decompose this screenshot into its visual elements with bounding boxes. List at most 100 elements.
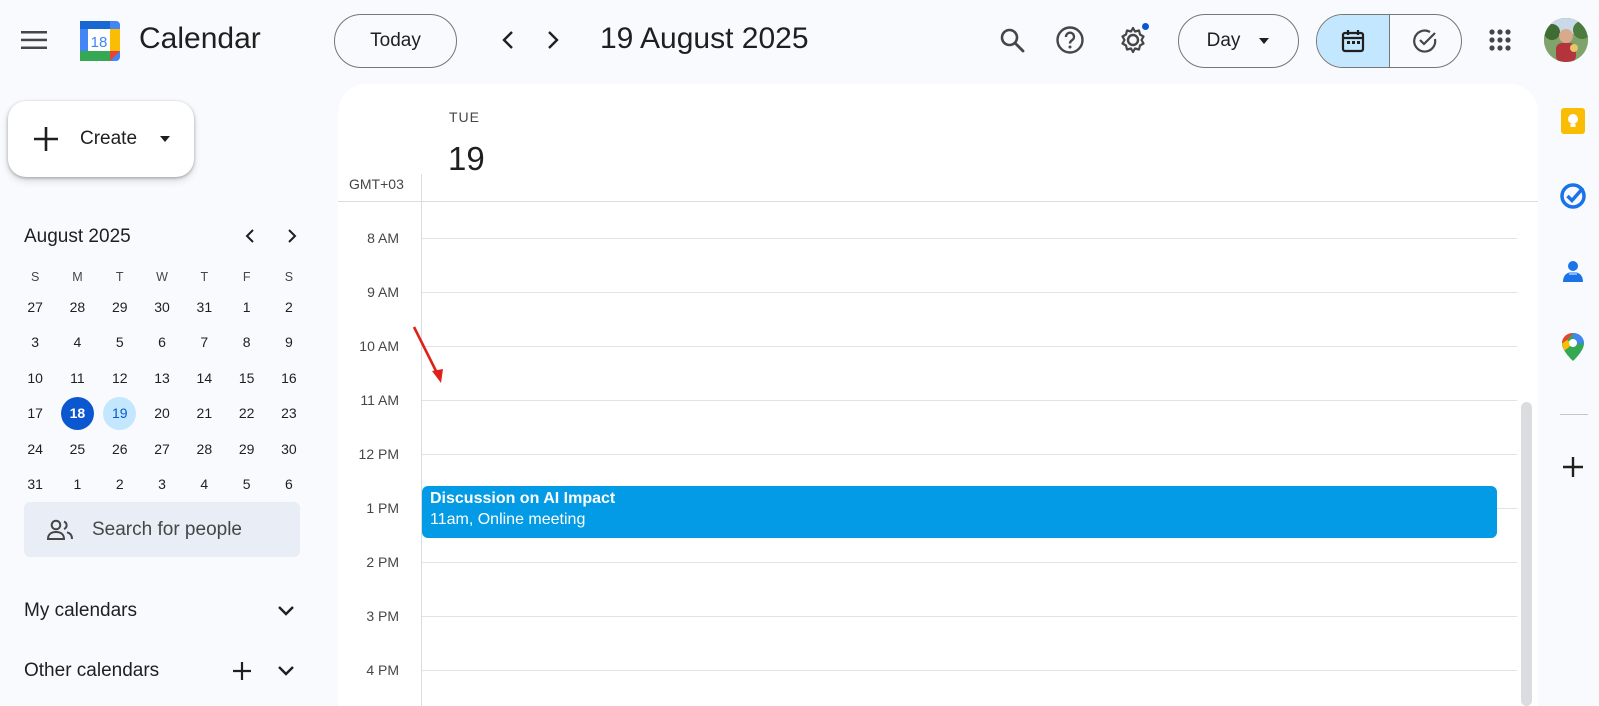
day-number[interactable]: 19 <box>448 140 485 178</box>
mini-calendar-day[interactable]: 6 <box>141 325 183 360</box>
mini-calendar-day-label: 23 <box>281 405 297 422</box>
mini-calendar-day-label: 1 <box>242 298 251 315</box>
view-switcher-dropdown[interactable]: Day <box>1178 14 1299 68</box>
mini-calendar-day[interactable]: 29 <box>99 289 141 324</box>
mini-calendar-day-label: 3 <box>31 334 40 351</box>
main-menu-button[interactable] <box>14 20 54 60</box>
mini-calendar-day[interactable]: 16 <box>268 360 310 395</box>
event-discussion-on-ai-impact[interactable]: Discussion on AI Impact 11am, Online mee… <box>422 486 1497 538</box>
mini-calendar-weekday-row: SMTWTFS <box>14 265 312 289</box>
mini-calendar-day[interactable]: 24 <box>14 431 56 466</box>
previous-day-button[interactable] <box>490 22 526 58</box>
mini-calendar-day[interactable]: 2 <box>99 467 141 502</box>
mini-calendar-day[interactable]: 30 <box>141 289 183 324</box>
mini-calendar-day[interactable]: 27 <box>14 289 56 324</box>
help-button[interactable] <box>1050 20 1090 60</box>
mini-calendar-day[interactable]: 9 <box>268 325 310 360</box>
mini-calendar-day-label: 14 <box>196 369 213 386</box>
mini-calendar-day[interactable]: 30 <box>268 431 310 466</box>
mini-calendar-day[interactable]: 21 <box>183 396 225 431</box>
mini-calendar-day-label: 7 <box>200 334 209 351</box>
mini-calendar-day[interactable]: 25 <box>56 431 98 466</box>
chevron-down-icon[interactable] <box>268 653 304 689</box>
time-grid[interactable]: 4 PM 3 PM 2 PM 1 PM 12 PM 11 AM 10 AM 9 AM 8 AM … <box>338 202 1538 706</box>
mini-calendar-week-row: 24 25 26 27 28 29 30 <box>14 431 312 467</box>
mini-calendar-day[interactable]: 27 <box>141 431 183 466</box>
mini-calendar-day[interactable]: 1 <box>56 467 98 502</box>
mini-calendar-day[interactable]: 23 <box>268 396 310 431</box>
current-date-title: 19 August 2025 <box>600 22 809 55</box>
account-avatar[interactable] <box>1544 18 1588 62</box>
mini-calendar-day-label: 29 <box>111 298 128 315</box>
mini-calendar-day[interactable]: 1 <box>225 289 267 324</box>
google-apps-button[interactable] <box>1480 20 1520 60</box>
tasks-icon[interactable] <box>1558 181 1588 211</box>
mini-calendar-day[interactable]: 15 <box>225 360 267 395</box>
mini-calendar-week-row: 10 11 12 13 14 15 16 <box>14 360 312 396</box>
calendar-icon <box>1341 30 1364 53</box>
mini-calendar-day[interactable]: 4 <box>183 467 225 502</box>
mini-calendar-day[interactable]: 10 <box>14 360 56 395</box>
mini-calendar-day[interactable]: 3 <box>14 325 56 360</box>
mini-calendar-day[interactable]: 5 <box>99 325 141 360</box>
mini-calendar-day[interactable]: 28 <box>183 431 225 466</box>
add-other-calendar-button[interactable] <box>224 653 260 689</box>
mini-calendar-day[interactable]: 19 <box>99 396 141 431</box>
mini-calendar-next-month-button[interactable] <box>276 220 308 252</box>
view-label: Day <box>1206 30 1241 51</box>
mini-calendar-day[interactable]: 20 <box>141 396 183 431</box>
create-button[interactable]: Create <box>8 101 194 177</box>
mini-calendar-day-label: 17 <box>27 405 43 422</box>
settings-button[interactable] <box>1113 20 1153 60</box>
mini-calendar-day[interactable]: 28 <box>56 289 98 324</box>
search-people-field[interactable]: Search for people <box>24 502 300 557</box>
mini-calendar-day-label: 6 <box>285 476 293 493</box>
mini-calendar-day[interactable]: 22 <box>225 396 267 431</box>
mini-calendar-day-label: 29 <box>238 440 255 457</box>
mini-calendar-day[interactable]: 7 <box>183 325 225 360</box>
weekday-label: T <box>115 270 124 284</box>
mini-calendar-previous-month-button[interactable] <box>234 220 266 252</box>
mini-calendar-day[interactable]: 14 <box>183 360 225 395</box>
mini-calendar-day[interactable]: 4 <box>56 325 98 360</box>
search-button[interactable] <box>992 20 1032 60</box>
calendar-logo-icon[interactable]: 18 <box>78 19 122 63</box>
next-day-button[interactable] <box>535 22 571 58</box>
mini-calendar-day-label: 25 <box>69 440 86 457</box>
mini-calendar-day[interactable]: 2 <box>268 289 310 324</box>
mini-calendar-day[interactable]: 26 <box>99 431 141 466</box>
help-icon <box>1056 26 1084 54</box>
plus-icon <box>32 125 60 153</box>
mini-calendar-day-label: 9 <box>285 334 293 351</box>
mini-calendar-day[interactable]: 5 <box>225 467 267 502</box>
tasks-view-button[interactable] <box>1390 15 1462 67</box>
mini-calendar-day[interactable]: 12 <box>99 360 141 395</box>
mini-calendar-day[interactable]: 3 <box>141 467 183 502</box>
mini-calendar-day[interactable]: 31 <box>183 289 225 324</box>
keep-icon[interactable] <box>1558 106 1588 136</box>
mini-calendar-day[interactable]: 31 <box>14 467 56 502</box>
plus-icon <box>233 662 251 680</box>
maps-icon[interactable] <box>1558 332 1588 362</box>
mini-calendar-day-label: 5 <box>115 334 124 351</box>
mini-calendar-day[interactable]: 29 <box>225 431 267 466</box>
mini-calendar-day[interactable]: 11 <box>56 360 98 395</box>
mini-calendar-day[interactable]: 13 <box>141 360 183 395</box>
today-button[interactable]: Today <box>334 14 457 68</box>
scrollbar-thumb[interactable] <box>1521 402 1532 706</box>
contacts-icon[interactable] <box>1558 256 1588 286</box>
mini-calendar-day[interactable]: 18 <box>56 396 98 431</box>
mini-calendar-day-label: 21 <box>196 405 213 422</box>
mini-calendar-day[interactable]: 6 <box>268 467 310 502</box>
other-calendars-section[interactable]: Other calendars <box>24 651 304 691</box>
mini-calendar-day-label: 4 <box>200 476 209 493</box>
mini-calendar-day[interactable]: 17 <box>14 396 56 431</box>
event-details: 11am, Online meeting <box>430 511 586 528</box>
mini-calendar-day[interactable]: 8 <box>225 325 267 360</box>
mini-calendar-title: August 2025 <box>24 226 131 247</box>
get-add-ons-button[interactable] <box>1558 452 1588 482</box>
mini-calendar-day-label: 18 <box>60 396 94 430</box>
my-calendars-section[interactable]: My calendars <box>24 591 304 631</box>
calendar-view-button[interactable] <box>1317 15 1390 67</box>
chevron-down-icon[interactable] <box>268 593 304 629</box>
